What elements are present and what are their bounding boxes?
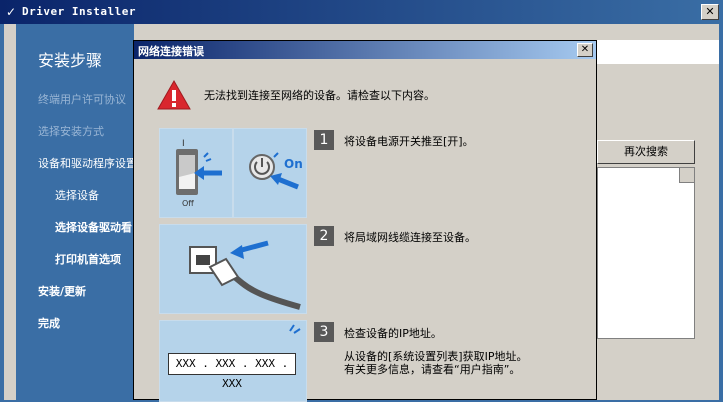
sidebar-step-eula: 终端用户许可协议	[38, 93, 126, 106]
power-button-icon	[249, 152, 299, 190]
ip-address-illustration: XXX . XXX . XXX . XXX	[159, 320, 307, 402]
sidebar-step-select-driver: 选择设备驱动看	[55, 221, 132, 234]
sidebar-step-select-device: 选择设备	[55, 189, 99, 202]
dialog-close-button[interactable]: ✕	[577, 43, 593, 57]
sidebar-step-device-settings: 设备和驱动程序设置	[38, 157, 137, 170]
sidebar-step-install-method: 选择安装方式	[38, 125, 104, 138]
step-1-text: 将设备电源开关推至[开]。	[344, 135, 474, 148]
sidebar-step-install-update: 安装/更新	[38, 285, 87, 298]
installer-close-button[interactable]: ✕	[701, 4, 719, 20]
ip-address-placeholder: XXX . XXX . XXX . XXX	[168, 353, 296, 390]
power-switch-icon	[176, 149, 222, 195]
step-number-1: 1	[314, 130, 334, 150]
step-2-text: 将局域网线缆连接至设备。	[344, 231, 476, 244]
power-button-illustration: On	[233, 128, 307, 218]
step-3-detail-2: 有关更多信息，请查看“用户指南”。	[344, 363, 521, 376]
on-label: On	[284, 157, 303, 171]
warning-icon	[157, 79, 191, 110]
installer-titlebar: ✓ Driver Installer ✕	[0, 0, 723, 24]
sidebar-heading: 安装步骤	[38, 51, 103, 70]
switch-on-mark: I	[182, 139, 185, 149]
power-switch-illustration: I Off	[159, 128, 233, 218]
installer-title: Driver Installer	[22, 5, 136, 18]
dialog-title: 网络连接错误	[138, 45, 204, 58]
dialog-titlebar: 网络连接错误 ✕	[134, 41, 596, 59]
highlight-sparkle-icon	[289, 324, 301, 334]
app-icon: ✓	[5, 5, 17, 19]
lan-cable-illustration	[159, 224, 307, 314]
switch-off-label: Off	[182, 199, 194, 208]
device-list[interactable]	[597, 167, 695, 339]
step-number-2: 2	[314, 226, 334, 246]
step-number-3: 3	[314, 322, 334, 342]
sidebar-step-finish: 完成	[38, 317, 60, 330]
error-message: 无法找到连接至网络的设备。请检查以下内容。	[204, 89, 435, 102]
step-3-text: 检查设备的IP地址。	[344, 327, 442, 340]
installer-sidebar	[16, 24, 134, 400]
sidebar-step-printer-prefs: 打印机首选项	[55, 253, 121, 266]
network-error-dialog: 网络连接错误 ✕ 无法找到连接至网络的设备。请检查以下内容。 I Off On …	[133, 40, 597, 402]
list-scroll-arrow[interactable]	[679, 168, 694, 183]
lan-cable-icon	[189, 240, 301, 310]
search-again-button[interactable]: 再次搜索	[597, 140, 695, 164]
